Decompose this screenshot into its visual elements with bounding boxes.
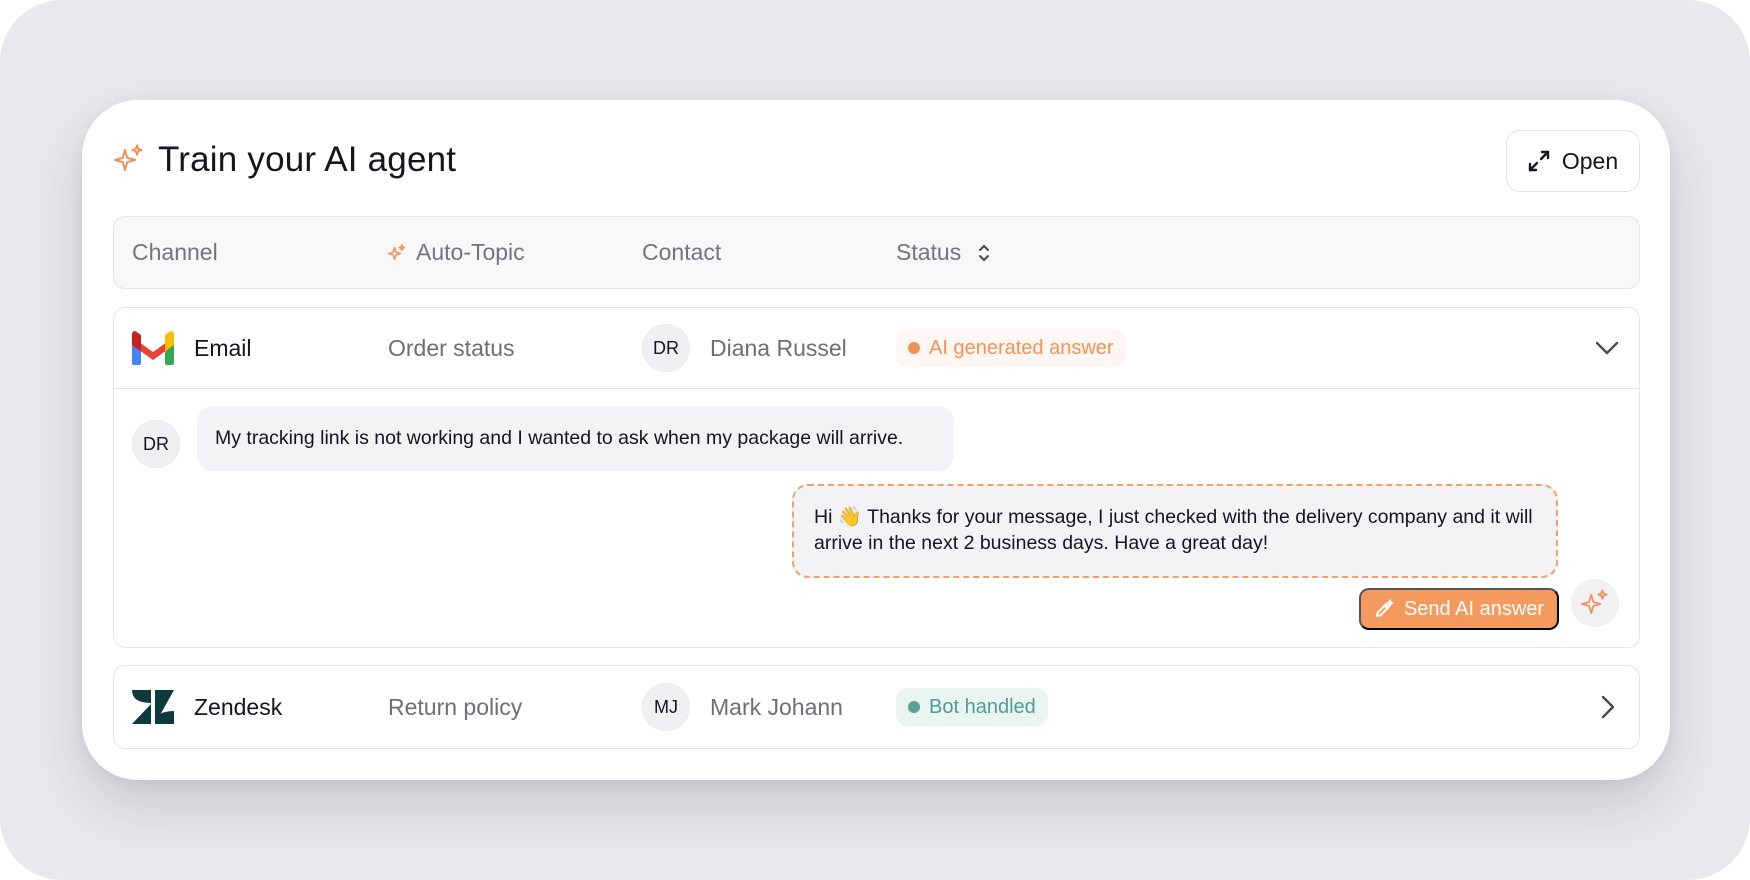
table-row: Email Order status DR Diana Russel AI ge…: [113, 307, 1640, 648]
zendesk-icon: [132, 690, 174, 724]
open-button-label: Open: [1561, 147, 1619, 174]
page-background: Train your AI agent Open Channel Auto-To…: [0, 0, 1750, 880]
contact-cell: DR Diana Russel: [642, 308, 847, 388]
send-ai-answer-button[interactable]: Send AI answer: [1359, 588, 1559, 630]
table-row[interactable]: Zendesk Return policy MJ Mark Johann Bot…: [113, 665, 1640, 749]
column-header-status[interactable]: Status: [896, 217, 991, 288]
status-dot: [908, 342, 920, 354]
sort-icon[interactable]: [977, 242, 991, 264]
topic-cell: Return policy: [388, 666, 522, 748]
pencil-sparkle-icon: [1375, 599, 1394, 617]
panel-title: Train your AI agent: [158, 140, 457, 179]
contact-name: Diana Russel: [710, 334, 847, 361]
ai-answer-draft[interactable]: Hi 👋 Thanks for your message, I just che…: [792, 484, 1558, 578]
sparkles-icon: [114, 144, 143, 171]
ai-answer-text: Hi 👋 Thanks for your message, I just che…: [814, 506, 1533, 554]
status-badge: AI generated answer: [896, 329, 1126, 367]
avatar: DR: [132, 420, 180, 468]
column-label: Channel: [132, 239, 218, 265]
channel-cell: Zendesk: [132, 666, 282, 748]
status-cell: AI generated answer: [896, 308, 1126, 388]
topic-label: Return policy: [388, 693, 523, 720]
gmail-icon: [132, 331, 174, 365]
table-header: Channel Auto-Topic Contact Status: [113, 216, 1640, 289]
regenerate-ai-button[interactable]: [1571, 579, 1619, 627]
sparkles-icon: [1581, 589, 1608, 615]
status-cell: Bot handled: [896, 666, 1048, 748]
contact-cell: MJ Mark Johann: [642, 666, 843, 748]
table-row-header[interactable]: Zendesk Return policy MJ Mark Johann Bot…: [114, 666, 1639, 748]
channel-name: Email: [194, 334, 252, 361]
train-ai-agent-panel: Train your AI agent Open Channel Auto-To…: [82, 100, 1670, 780]
column-header-contact: Contact: [642, 217, 721, 288]
open-button[interactable]: Open: [1506, 130, 1640, 192]
contact-name: Mark Johann: [710, 693, 843, 720]
expand-icon: [1528, 150, 1550, 172]
incoming-message: My tracking link is not working and I wa…: [197, 406, 954, 471]
column-label: Contact: [642, 239, 722, 265]
incoming-message-text: My tracking link is not working and I wa…: [215, 427, 904, 449]
topic-label: Order status: [388, 334, 515, 361]
chevron-right-icon[interactable]: [1593, 693, 1621, 721]
send-ai-answer-label: Send AI answer: [1403, 597, 1545, 620]
status-label: AI generated answer: [929, 336, 1114, 359]
column-header-auto-topic: Auto-Topic: [388, 217, 525, 288]
status-dot: [908, 701, 920, 713]
status-label: Bot handled: [929, 695, 1036, 718]
table-row-header[interactable]: Email Order status DR Diana Russel AI ge…: [114, 308, 1639, 389]
column-label: Status: [896, 239, 962, 265]
status-badge: Bot handled: [896, 688, 1048, 726]
column-header-channel: Channel: [132, 217, 218, 288]
avatar: DR: [642, 324, 690, 372]
avatar: MJ: [642, 683, 690, 731]
column-label: Auto-Topic: [416, 239, 525, 265]
sparkles-icon: [388, 243, 406, 260]
channel-cell: Email: [132, 308, 252, 388]
chevron-down-icon[interactable]: [1593, 334, 1621, 362]
topic-cell: Order status: [388, 308, 515, 388]
channel-name: Zendesk: [194, 693, 283, 720]
